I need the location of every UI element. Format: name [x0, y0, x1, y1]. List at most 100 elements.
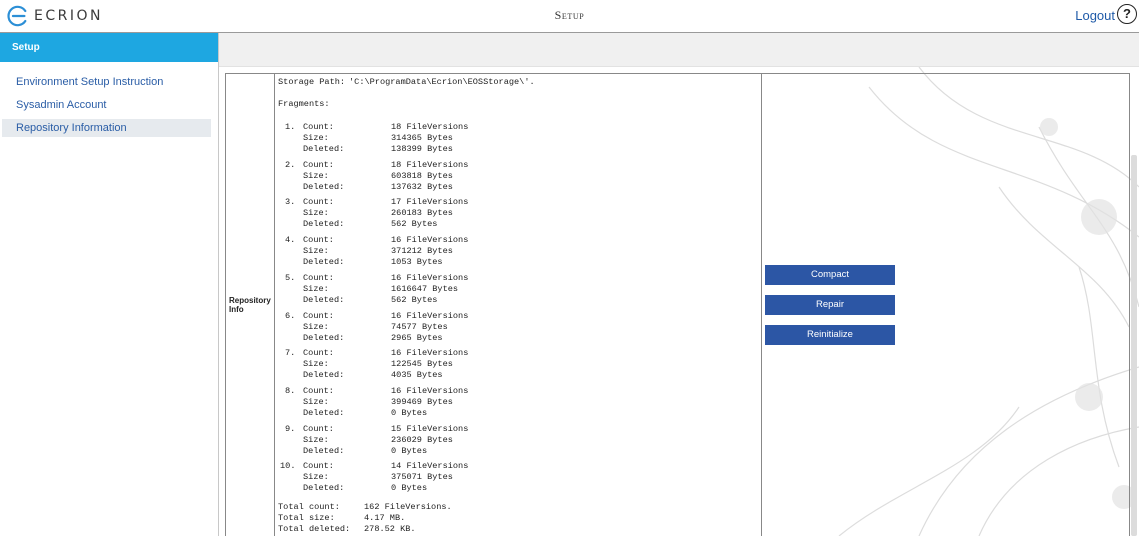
fragment-count-label: Count: — [303, 235, 334, 246]
sidebar-header: Setup — [0, 33, 218, 62]
fragment-index: 5. — [285, 272, 296, 283]
fragment-size-value: 375071 Bytes — [391, 472, 453, 483]
fragment-size-label: Size: — [303, 359, 329, 370]
fragment-count-label: Count: — [303, 122, 334, 132]
fragment-count-value: 16 FileVersions — [391, 385, 469, 396]
sidebar-item-repository-information[interactable]: Repository Information — [2, 119, 211, 137]
fragment-index: 8. — [285, 385, 296, 396]
fragment-index: 4. — [285, 235, 296, 246]
sidebar-item-sysadmin-account[interactable]: Sysadmin Account — [2, 96, 211, 114]
fragments-label: Fragments: — [278, 99, 330, 109]
fragment-size-label: Size: — [303, 283, 329, 294]
label-cell: Repository Info — [226, 74, 275, 536]
fragment-size-label: Size: — [303, 208, 329, 219]
sidebar-nav: Environment Setup Instruction Sysadmin A… — [0, 73, 218, 137]
fragment-index: 3. — [285, 197, 296, 208]
fragment-count-value: 16 FileVersions — [391, 310, 469, 321]
fragment-size-value: 1616647 Bytes — [391, 283, 459, 294]
storage-path-value: 'C:\ProgramData\Ecrion\EOSStorage\'. — [349, 77, 535, 87]
fragment-count-label: Count: — [303, 310, 334, 321]
fragment-index: 2. — [285, 159, 296, 170]
fragment-index: 1. — [285, 122, 296, 132]
sidebar: Setup Environment Setup Instruction Sysa… — [0, 33, 219, 536]
fragment-deleted-label: Deleted: — [303, 332, 345, 343]
top-bar: ECRION Setup Logout ? — [0, 0, 1139, 33]
fragment-size-value: 371212 Bytes — [391, 246, 453, 257]
fragment-size-value: 74577 Bytes — [391, 321, 448, 332]
fragment-deleted-label: Deleted: — [303, 445, 345, 456]
total-value: 4.17 MB. — [364, 513, 406, 523]
main-content: Repository Info Storage Path: 'C:\Progra… — [219, 67, 1139, 536]
fragment-deleted-value: 0 Bytes — [391, 407, 428, 418]
total-label: Total deleted: — [278, 524, 351, 534]
content-header — [219, 33, 1139, 67]
fragment-deleted-value: 1053 Bytes — [391, 257, 443, 268]
fragment-deleted-value: 0 Bytes — [391, 445, 428, 456]
fragment-count-value: 16 FileVersions — [391, 348, 469, 359]
fragment-count-label: Count: — [303, 423, 334, 434]
fragment-index: 9. — [285, 423, 296, 434]
fragment-size-value: 399469 Bytes — [391, 396, 453, 407]
fragment-deleted-label: Deleted: — [303, 144, 345, 154]
fragment-count-value: 16 FileVersions — [391, 235, 469, 246]
repository-info-label: Repository Info — [229, 296, 271, 314]
fragment-size-label: Size: — [303, 434, 329, 445]
repository-details: Storage Path: 'C:\ProgramData\Ecrion\EOS… — [275, 74, 762, 536]
scrollbar[interactable] — [1131, 155, 1137, 536]
fragment-size-label: Size: — [303, 321, 329, 332]
fragment-index: 7. — [285, 348, 296, 359]
repair-button[interactable]: Repair — [765, 295, 895, 315]
fragment-deleted-label: Deleted: — [303, 294, 345, 305]
fragment-count-label: Count: — [303, 197, 334, 208]
actions-cell: Compact Repair Reinitialize — [762, 74, 1129, 536]
fragment-count-label: Count: — [303, 385, 334, 396]
fragment-count-label: Count: — [303, 348, 334, 359]
fragment-size-label: Size: — [303, 170, 329, 181]
fragment-count-value: 16 FileVersions — [391, 272, 469, 283]
fragment-size-value: 122545 Bytes — [391, 359, 453, 370]
fragment-deleted-label: Deleted: — [303, 219, 345, 230]
reinitialize-button[interactable]: Reinitialize — [765, 325, 895, 345]
fragment-count-label: Count: — [303, 272, 334, 283]
fragment-deleted-value: 562 Bytes — [391, 294, 438, 305]
sidebar-item-environment-setup[interactable]: Environment Setup Instruction — [2, 73, 211, 91]
fragment-size-label: Size: — [303, 133, 329, 143]
fragment-deleted-value: 4035 Bytes — [391, 370, 443, 381]
fragment-count-value: 17 FileVersions — [391, 197, 469, 208]
fragment-deleted-value: 137632 Bytes — [391, 181, 453, 192]
fragment-deleted-label: Deleted: — [303, 370, 345, 381]
fragment-deleted-label: Deleted: — [303, 257, 345, 268]
fragment-size-value: 603818 Bytes — [391, 170, 453, 181]
repository-info-table: Repository Info Storage Path: 'C:\Progra… — [225, 73, 1130, 536]
fragment-size-value: 314365 Bytes — [391, 133, 453, 143]
total-label: Total count: — [278, 502, 340, 512]
fragment-size-label: Size: — [303, 472, 329, 483]
fragment-size-label: Size: — [303, 246, 329, 257]
fragment-count-value: 18 FileVersions — [391, 122, 469, 132]
fragment-deleted-value: 138399 Bytes — [391, 144, 453, 154]
fragment-index: 10. — [280, 461, 296, 472]
fragment-size-value: 260183 Bytes — [391, 208, 453, 219]
fragment-deleted-value: 2965 Bytes — [391, 332, 443, 343]
fragment-deleted-value: 0 Bytes — [391, 483, 428, 494]
help-icon[interactable]: ? — [1117, 4, 1137, 24]
fragment-count-value: 18 FileVersions — [391, 159, 469, 170]
fragment-index: 6. — [285, 310, 296, 321]
fragment-deleted-label: Deleted: — [303, 407, 345, 418]
fragment-count-label: Count: — [303, 461, 334, 472]
total-value: 162 FileVersions. — [364, 502, 452, 512]
fragment-size-label: Size: — [303, 396, 329, 407]
fragment-count-value: 14 FileVersions — [391, 461, 469, 472]
compact-button[interactable]: Compact — [765, 265, 895, 285]
fragment-deleted-value: 562 Bytes — [391, 219, 438, 230]
fragment-deleted-label: Deleted: — [303, 181, 345, 192]
logout-link[interactable]: Logout — [1075, 8, 1115, 23]
total-value: 278.52 KB. — [364, 524, 416, 534]
storage-path-label: Storage Path: — [278, 77, 346, 87]
fragment-size-value: 236029 Bytes — [391, 434, 453, 445]
fragment-deleted-label: Deleted: — [303, 483, 345, 494]
fragment-count-value: 15 FileVersions — [391, 423, 469, 434]
total-label: Total size: — [278, 513, 335, 523]
page-title: Setup — [554, 8, 585, 22]
fragment-count-label: Count: — [303, 159, 334, 170]
